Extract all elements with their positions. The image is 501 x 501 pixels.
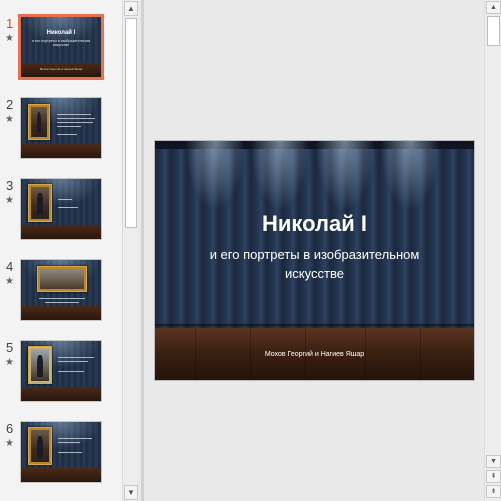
scrollbar-thumb[interactable] (125, 18, 137, 228)
slide-number: 5 (6, 340, 14, 355)
animation-star-icon[interactable]: ★ (5, 276, 14, 287)
slide-thumbnail-pane: 1 ★ Николай I и его портреты в изобразит… (0, 0, 122, 501)
thumbnail-frame[interactable] (20, 97, 102, 159)
thumbnail-image: Николай I и его портреты в изобразительн… (21, 17, 101, 77)
animation-star-icon[interactable]: ★ (5, 33, 14, 44)
next-slide-button[interactable]: ⇟ (486, 485, 501, 498)
animation-star-icon[interactable]: ★ (5, 195, 14, 206)
scrollbar-thumb[interactable] (487, 16, 500, 46)
slide-number: 2 (6, 97, 14, 112)
thumbnail-footer: Мохов Георгий и Нагиев Яшар (39, 67, 83, 71)
slide-thumbnail-4[interactable]: 4 ★ (0, 259, 122, 329)
powerpoint-editor: 1 ★ Николай I и его портреты в изобразит… (0, 0, 501, 501)
portrait-image (28, 104, 50, 140)
thumbnail-frame[interactable]: Николай I и его портреты в изобразительн… (18, 14, 104, 80)
slide-author[interactable]: Мохов Георгий и Нагиев Яшар (155, 351, 474, 358)
thumbnail-image (21, 341, 101, 401)
slide-thumbnail-1[interactable]: 1 ★ Николай I и его портреты в изобразит… (0, 14, 122, 86)
portrait-image (37, 266, 87, 292)
thumbnail-frame[interactable] (20, 259, 102, 321)
thumbnail-scrollbar[interactable]: ▲ ▼ (122, 0, 138, 501)
thumbnail-image (21, 98, 101, 158)
slide-thumbnail-2[interactable]: 2 ★ (0, 97, 122, 167)
slide-number: 4 (6, 259, 14, 274)
slide-thumbnail-6[interactable]: 6 ★ (0, 421, 122, 491)
portrait-image (28, 427, 52, 465)
slide-subtitle[interactable]: и его портреты в изобразительном искусст… (185, 245, 444, 283)
slide-editing-area: Николай I и его портреты в изобразительн… (144, 0, 484, 501)
slide-thumbnail-5[interactable]: 5 ★ (0, 340, 122, 410)
current-slide[interactable]: Николай I и его портреты в изобразительн… (155, 141, 474, 380)
thumbnail-frame[interactable] (20, 340, 102, 402)
portrait-image (28, 184, 52, 222)
portrait-image (28, 346, 52, 384)
thumbnail-title: Николай I (46, 30, 76, 36)
animation-star-icon[interactable]: ★ (5, 357, 14, 368)
scroll-up-button[interactable]: ▲ (124, 1, 138, 16)
scroll-down-button[interactable]: ▼ (124, 485, 138, 500)
thumbnail-frame[interactable] (20, 178, 102, 240)
slide-number: 3 (6, 178, 14, 193)
slide-number: 6 (6, 421, 14, 436)
thumbnail-image (21, 260, 101, 320)
thumbnail-frame[interactable] (20, 421, 102, 483)
main-scrollbar[interactable]: ▲ ▼ ⇞ ⇟ (484, 0, 501, 501)
thumbnail-subtitle: и его портреты в изобразительном искусст… (32, 39, 90, 48)
slide-number: 1 (6, 16, 14, 31)
slide-title[interactable]: Николай I (155, 211, 474, 237)
scroll-down-button[interactable]: ▼ (486, 455, 501, 468)
animation-star-icon[interactable]: ★ (5, 114, 14, 125)
scroll-up-button[interactable]: ▲ (486, 1, 501, 14)
thumbnail-image (21, 422, 101, 482)
previous-slide-button[interactable]: ⇞ (486, 470, 501, 483)
animation-star-icon[interactable]: ★ (5, 438, 14, 449)
slide-thumbnail-3[interactable]: 3 ★ (0, 178, 122, 248)
thumbnail-image (21, 179, 101, 239)
